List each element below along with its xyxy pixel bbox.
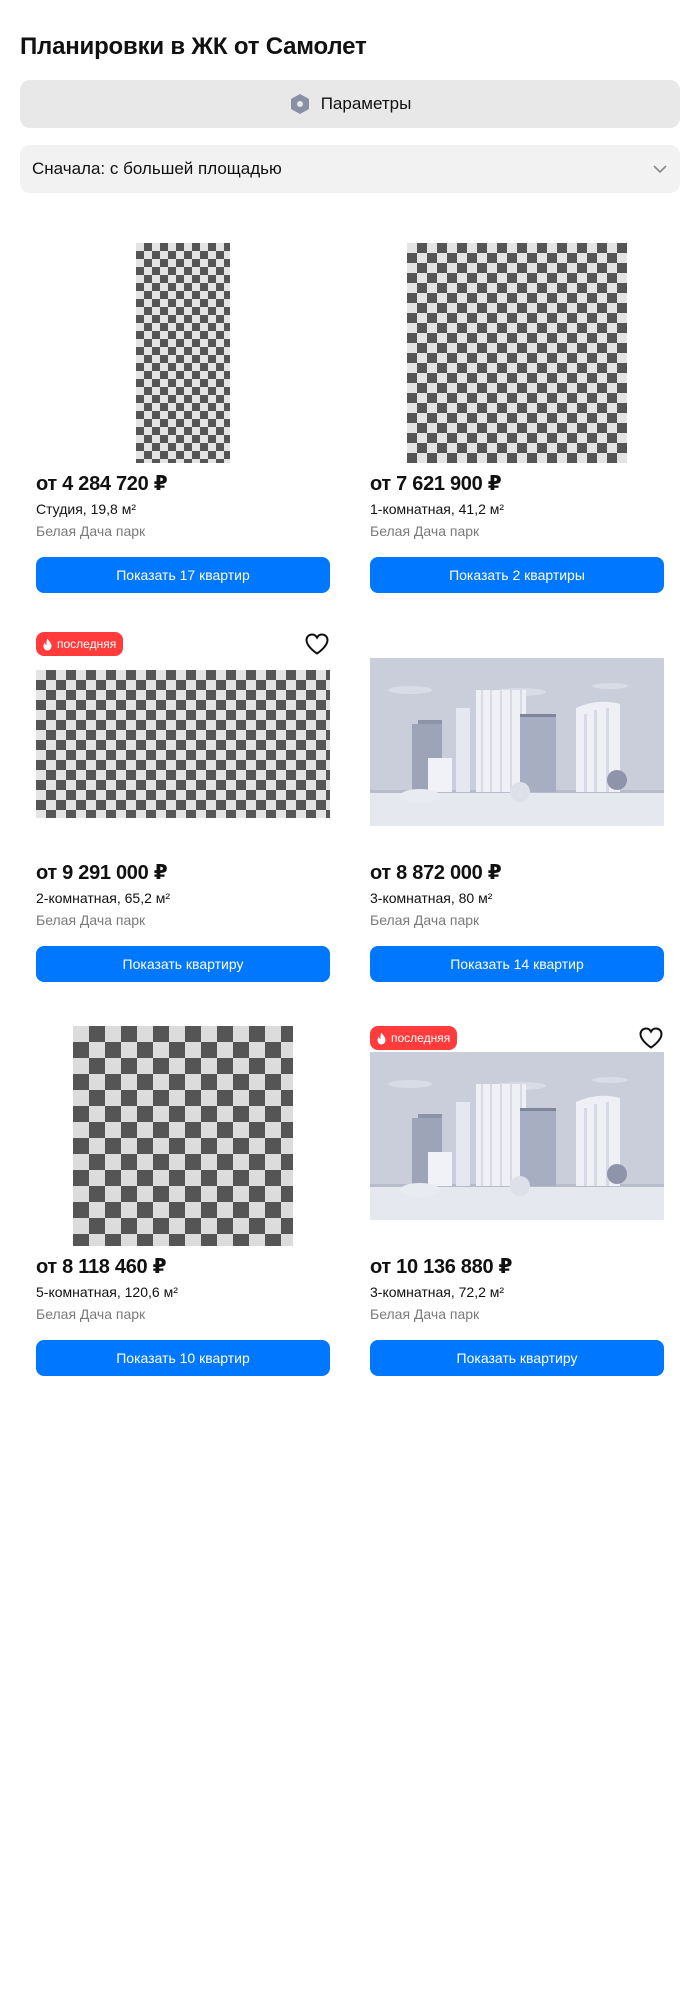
- card-price: от 4 284 720 ₽: [36, 473, 168, 495]
- parameters-button[interactable]: Параметры: [20, 80, 680, 128]
- card-price: от 7 621 900 ₽: [370, 473, 502, 495]
- card-price: от 9 291 000 ₽: [36, 862, 168, 884]
- layout-card: от 8 118 460 ₽ 5-комнатная, 120,6 м² Бел…: [36, 1026, 330, 1376]
- card-rooms: Студия, 19,8 м²: [36, 501, 136, 517]
- card-rooms: 5-комнатная, 120,6 м²: [36, 1284, 178, 1300]
- card-price: от 10 136 880 ₽: [370, 1256, 513, 1278]
- parameters-label: Параметры: [320, 94, 412, 113]
- layout-card: последняя от 10 136 880 ₽ 3-комнатная, 7…: [370, 1026, 664, 1376]
- layout-card: от 7 621 900 ₽ 1-комнатная, 41,2 м² Бела…: [370, 243, 664, 593]
- fire-icon: [377, 1032, 386, 1044]
- heart-icon[interactable]: [304, 632, 330, 656]
- floor-plan-image[interactable]: [407, 243, 627, 463]
- show-apartments-button[interactable]: Показать 14 квартир: [370, 946, 664, 982]
- sort-selected-value: Сначала: с большей площадью: [32, 159, 282, 178]
- building-illustration[interactable]: [370, 1052, 664, 1220]
- show-apartments-button[interactable]: Показать 17 квартир: [36, 557, 330, 593]
- card-complex[interactable]: Белая Дача парк: [36, 523, 145, 539]
- card-price: от 8 118 460 ₽: [36, 1256, 167, 1278]
- badge-label: последняя: [391, 1031, 451, 1045]
- floor-plan-image[interactable]: [36, 670, 330, 818]
- last-apartment-badge: последняя: [36, 632, 124, 656]
- show-apartments-button[interactable]: Показать 10 квартир: [36, 1340, 330, 1376]
- heart-icon[interactable]: [638, 1026, 664, 1050]
- card-rooms: 1-комнатная, 41,2 м²: [370, 501, 505, 517]
- layout-card: последняя от 9 291 000 ₽ 2-комнатная, 65…: [36, 632, 330, 982]
- layout-card: от 8 872 000 ₽ 3-комнатная, 80 м² Белая …: [370, 632, 664, 982]
- page-title: Планировки в ЖК от Самолет: [20, 33, 367, 60]
- hexagon-settings-icon: [290, 94, 309, 114]
- card-price: от 8 872 000 ₽: [370, 862, 502, 884]
- last-apartment-badge: последняя: [370, 1026, 458, 1050]
- card-complex[interactable]: Белая Дача парк: [36, 1306, 145, 1322]
- card-complex[interactable]: Белая Дача парк: [370, 912, 479, 928]
- card-rooms: 3-комнатная, 80 м²: [370, 890, 493, 906]
- building-illustration[interactable]: [370, 658, 664, 826]
- fire-icon: [43, 638, 52, 650]
- show-apartment-button[interactable]: Показать квартиру: [370, 1340, 664, 1376]
- card-rooms: 2-комнатная, 65,2 м²: [36, 890, 171, 906]
- sort-select[interactable]: Сначала: с большей площадью: [20, 145, 680, 193]
- badge-label: последняя: [57, 637, 117, 651]
- show-apartments-button[interactable]: Показать 2 квартиры: [370, 557, 664, 593]
- card-complex[interactable]: Белая Дача парк: [370, 523, 479, 539]
- card-complex[interactable]: Белая Дача парк: [36, 912, 145, 928]
- chevron-down-icon: [653, 165, 667, 174]
- show-apartment-button[interactable]: Показать квартиру: [36, 946, 330, 982]
- card-complex[interactable]: Белая Дача парк: [370, 1306, 479, 1322]
- layout-card: от 4 284 720 ₽ Студия, 19,8 м² Белая Дач…: [36, 243, 330, 593]
- floor-plan-image[interactable]: [73, 1026, 293, 1246]
- card-rooms: 3-комнатная, 72,2 м²: [370, 1284, 505, 1300]
- floor-plan-image[interactable]: [136, 243, 230, 463]
